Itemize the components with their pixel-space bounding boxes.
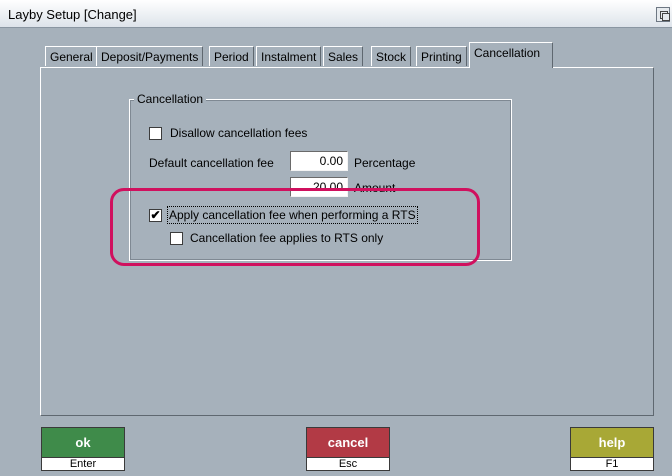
percentage-label: Percentage xyxy=(354,156,416,170)
tab-cancellation[interactable]: Cancellation xyxy=(469,42,553,68)
cancel-shortcut: Esc xyxy=(307,457,389,470)
percentage-input[interactable]: 0.00 xyxy=(290,151,348,171)
group-title: Cancellation xyxy=(134,92,207,106)
ok-button[interactable]: ok Enter xyxy=(41,427,125,471)
ok-button-label: ok xyxy=(42,428,124,457)
ok-shortcut: Enter xyxy=(42,457,124,470)
title-bar: Layby Setup [Change] xyxy=(0,0,672,28)
tab-period[interactable]: Period xyxy=(209,46,254,66)
window-title: Layby Setup [Change] xyxy=(8,7,137,22)
tab-deposit-payments[interactable]: Deposit/Payments xyxy=(96,46,204,66)
tab-sales[interactable]: Sales xyxy=(323,46,364,66)
help-button[interactable]: help F1 xyxy=(570,427,654,471)
help-button-label: help xyxy=(571,428,653,457)
tab-stock[interactable]: Stock xyxy=(371,46,412,66)
tab-general[interactable]: General xyxy=(45,46,98,66)
cancel-button-label: cancel xyxy=(307,428,389,457)
help-shortcut: F1 xyxy=(571,457,653,470)
tab-printing[interactable]: Printing xyxy=(416,46,467,66)
disallow-fees-checkbox[interactable] xyxy=(149,127,162,140)
annotation-highlight xyxy=(110,188,480,266)
restore-icon[interactable] xyxy=(656,7,670,22)
disallow-fees-label: Disallow cancellation fees xyxy=(170,126,308,140)
cancel-button[interactable]: cancel Esc xyxy=(306,427,390,471)
tab-instalment[interactable]: Instalment xyxy=(256,46,322,66)
default-fee-label: Default cancellation fee xyxy=(149,156,274,170)
